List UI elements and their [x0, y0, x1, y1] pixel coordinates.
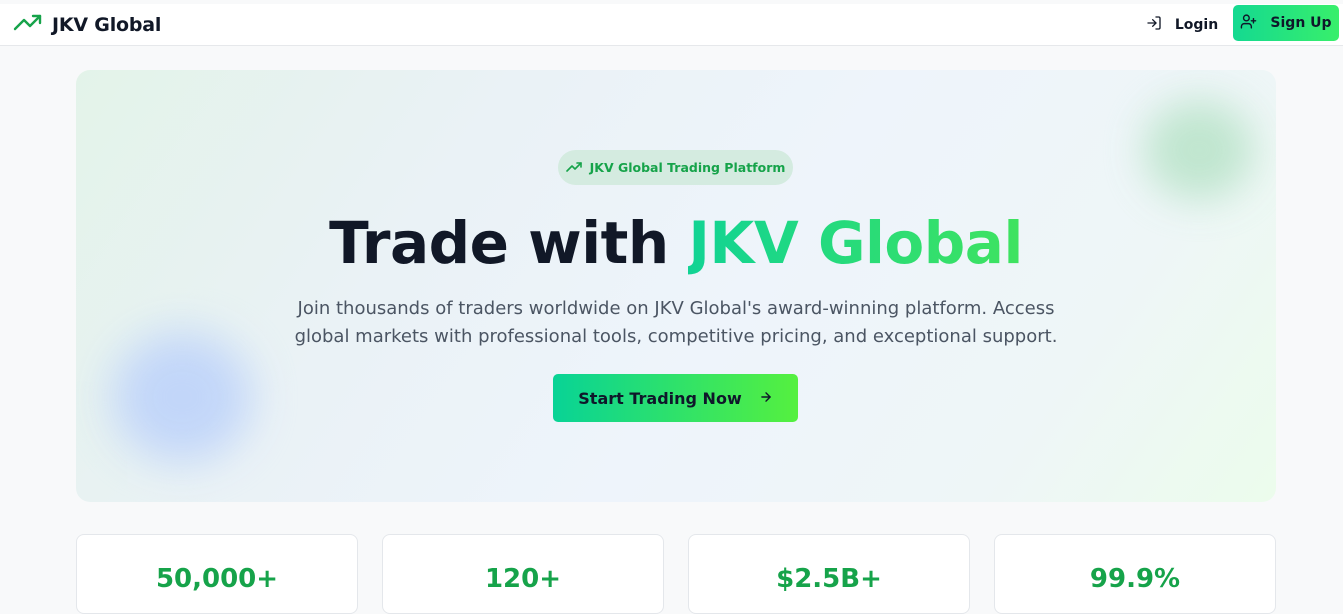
arrow-right-icon	[742, 389, 773, 408]
headline-prefix: Trade with	[329, 209, 669, 277]
stat-card-uptime: 99.9%	[994, 534, 1276, 614]
decorative-blob-green	[1144, 100, 1254, 200]
stat-card-markets: 120+	[382, 534, 664, 614]
trending-up-icon	[13, 13, 43, 37]
headline-highlight: JKV Global	[688, 209, 1023, 277]
stat-value: $2.5B+	[776, 564, 882, 594]
log-in-icon	[1146, 15, 1175, 35]
signup-label: Sign Up	[1270, 15, 1332, 31]
login-label: Login	[1174, 17, 1219, 33]
brand-logo[interactable]: JKV Global	[13, 13, 161, 37]
stat-value: 120+	[484, 564, 562, 594]
trending-up-icon	[565, 158, 590, 177]
hero-subtext: Join thousands of traders worldwide on J…	[294, 298, 1058, 347]
stat-value: 50,000+	[155, 564, 279, 594]
login-button[interactable]: Login	[1142, 10, 1222, 40]
start-trading-label: Start Trading Now	[578, 388, 742, 408]
hero-headline: Trade with JKV Global	[76, 210, 1276, 276]
signup-button[interactable]: Sign Up	[1233, 5, 1339, 41]
stat-card-traders: 50,000+	[76, 534, 358, 614]
hero-section: JKV Global Trading Platform Trade with J…	[76, 70, 1276, 502]
decorative-blob-blue	[112, 332, 252, 462]
user-plus-icon	[1240, 13, 1270, 34]
platform-badge-label: JKV Global Trading Platform	[589, 160, 786, 175]
brand-name: JKV Global	[52, 14, 162, 36]
stat-card-volume: $2.5B+	[688, 534, 970, 614]
start-trading-button[interactable]: Start Trading Now	[553, 374, 798, 422]
stat-value: 99.9%	[1089, 564, 1181, 594]
navbar: JKV Global Login Sign Up	[0, 4, 1343, 46]
platform-badge: JKV Global Trading Platform	[558, 150, 793, 185]
